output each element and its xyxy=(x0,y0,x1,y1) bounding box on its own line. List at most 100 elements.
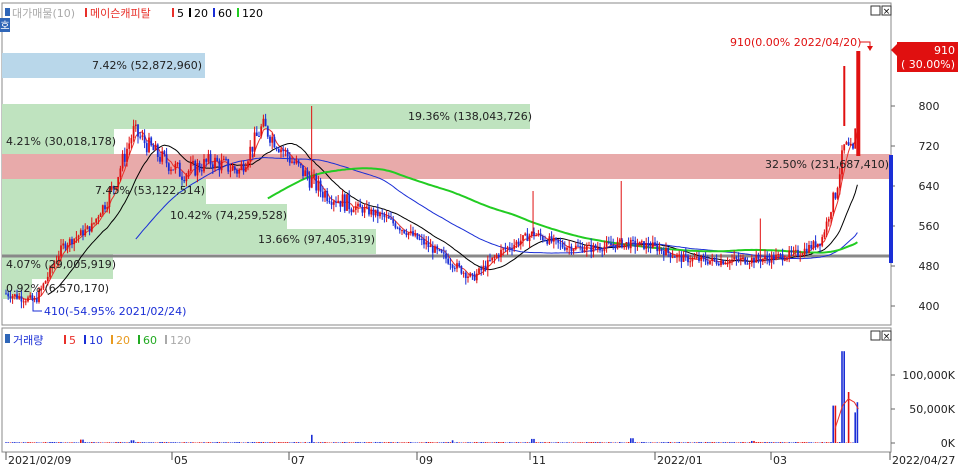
volume-bar xyxy=(375,442,377,443)
volume-bar xyxy=(183,442,185,443)
candle-body xyxy=(342,194,344,206)
volume-bar xyxy=(766,442,768,443)
volume-bar xyxy=(511,442,513,443)
volume-bar xyxy=(54,442,56,443)
volume-bar xyxy=(505,442,507,443)
volume-bar xyxy=(51,442,53,443)
candle-body xyxy=(135,125,137,126)
candle-body xyxy=(379,213,381,216)
volume-bar xyxy=(516,442,518,443)
candle-body xyxy=(661,248,663,251)
volume-bar xyxy=(370,442,372,443)
candle-body xyxy=(830,212,832,219)
candle-body xyxy=(128,143,130,148)
volume-bar xyxy=(463,442,465,443)
candle-body xyxy=(630,240,632,248)
volume-bar xyxy=(285,442,287,443)
volume-bar xyxy=(95,442,97,443)
volume-bar xyxy=(254,442,256,443)
candle-body xyxy=(399,228,401,230)
volume-bar xyxy=(212,442,214,443)
volume-bar xyxy=(357,442,359,443)
volume-bar xyxy=(73,442,75,443)
volume-bar xyxy=(450,442,452,443)
candle-body xyxy=(214,158,216,168)
candle-body xyxy=(786,258,788,260)
volume-bar xyxy=(709,442,711,443)
candle-body xyxy=(276,147,278,149)
volume-bar xyxy=(769,442,771,443)
candle-body xyxy=(716,260,718,264)
volume-bar xyxy=(432,442,434,443)
volume-bar xyxy=(190,442,192,443)
candle-body xyxy=(643,241,645,249)
volume-bar xyxy=(274,442,276,443)
candle-body xyxy=(527,234,529,241)
candle-body xyxy=(423,239,425,244)
candle-body xyxy=(25,301,27,302)
volume-bar xyxy=(414,442,416,443)
volume-bar xyxy=(289,442,291,443)
candle-body xyxy=(260,126,262,136)
candle-body xyxy=(216,158,218,161)
candle-body xyxy=(172,170,174,171)
candle-body xyxy=(373,210,375,216)
volume-bar xyxy=(837,442,839,443)
volume-bar xyxy=(166,442,168,443)
volume-bar xyxy=(601,442,603,443)
legend-marker xyxy=(172,8,174,17)
candle-body xyxy=(142,135,144,136)
candle-body xyxy=(509,247,511,248)
volume-bar xyxy=(335,442,337,443)
volume-bar xyxy=(93,442,95,443)
maximize-button[interactable] xyxy=(871,331,880,340)
volume-bar xyxy=(650,442,652,443)
volume-bar xyxy=(164,442,166,443)
volume-bar xyxy=(520,442,522,443)
volume-bar xyxy=(5,442,7,443)
volume-bar xyxy=(817,442,819,443)
vp-label: 0.92% (6,570,170) xyxy=(6,282,109,295)
candle-body xyxy=(232,167,234,171)
candle-body xyxy=(498,255,500,257)
candle-body xyxy=(166,154,168,163)
candle-body xyxy=(826,222,828,233)
y-tick-label: 0K xyxy=(941,437,956,450)
candle-body xyxy=(771,255,773,262)
candle-body xyxy=(808,245,810,253)
volume-bar xyxy=(106,442,108,443)
candle-body xyxy=(575,246,577,249)
candle-body xyxy=(529,236,531,241)
candle-body xyxy=(73,239,75,244)
volume-bar xyxy=(590,442,592,443)
volume-bar xyxy=(329,442,331,443)
vp-label: 32.50% (231,687,410) xyxy=(765,158,889,171)
volume-bar xyxy=(839,442,841,443)
candle-body xyxy=(324,191,326,198)
candle-body xyxy=(333,201,335,204)
volume-bar xyxy=(150,442,152,443)
vp-label: 13.66% (97,405,319) xyxy=(258,233,375,246)
candle-body xyxy=(366,207,368,208)
volume-bar xyxy=(98,442,100,443)
maximize-button[interactable] xyxy=(871,6,880,15)
volume-bar xyxy=(480,442,482,443)
volume-bar xyxy=(421,442,423,443)
volume-bar xyxy=(527,442,529,443)
volume-bar xyxy=(410,442,412,443)
volume-bar xyxy=(232,442,234,443)
volume-bar xyxy=(716,442,718,443)
volume-bar xyxy=(524,442,526,443)
volume-bar xyxy=(87,442,89,443)
volume-bar xyxy=(126,442,128,443)
candle-body xyxy=(190,163,192,171)
volume-bar xyxy=(489,442,491,443)
chart-canvas[interactable]: 호 7.42% (52,872,960) 19.36% (138,043,726… xyxy=(0,0,958,466)
candle-body xyxy=(782,254,784,260)
volume-bar xyxy=(630,438,632,443)
candle-body xyxy=(425,242,427,244)
candle-body xyxy=(516,242,518,245)
volume-bar xyxy=(777,442,779,443)
volume-bar xyxy=(36,442,38,443)
volume-bar xyxy=(144,442,146,443)
